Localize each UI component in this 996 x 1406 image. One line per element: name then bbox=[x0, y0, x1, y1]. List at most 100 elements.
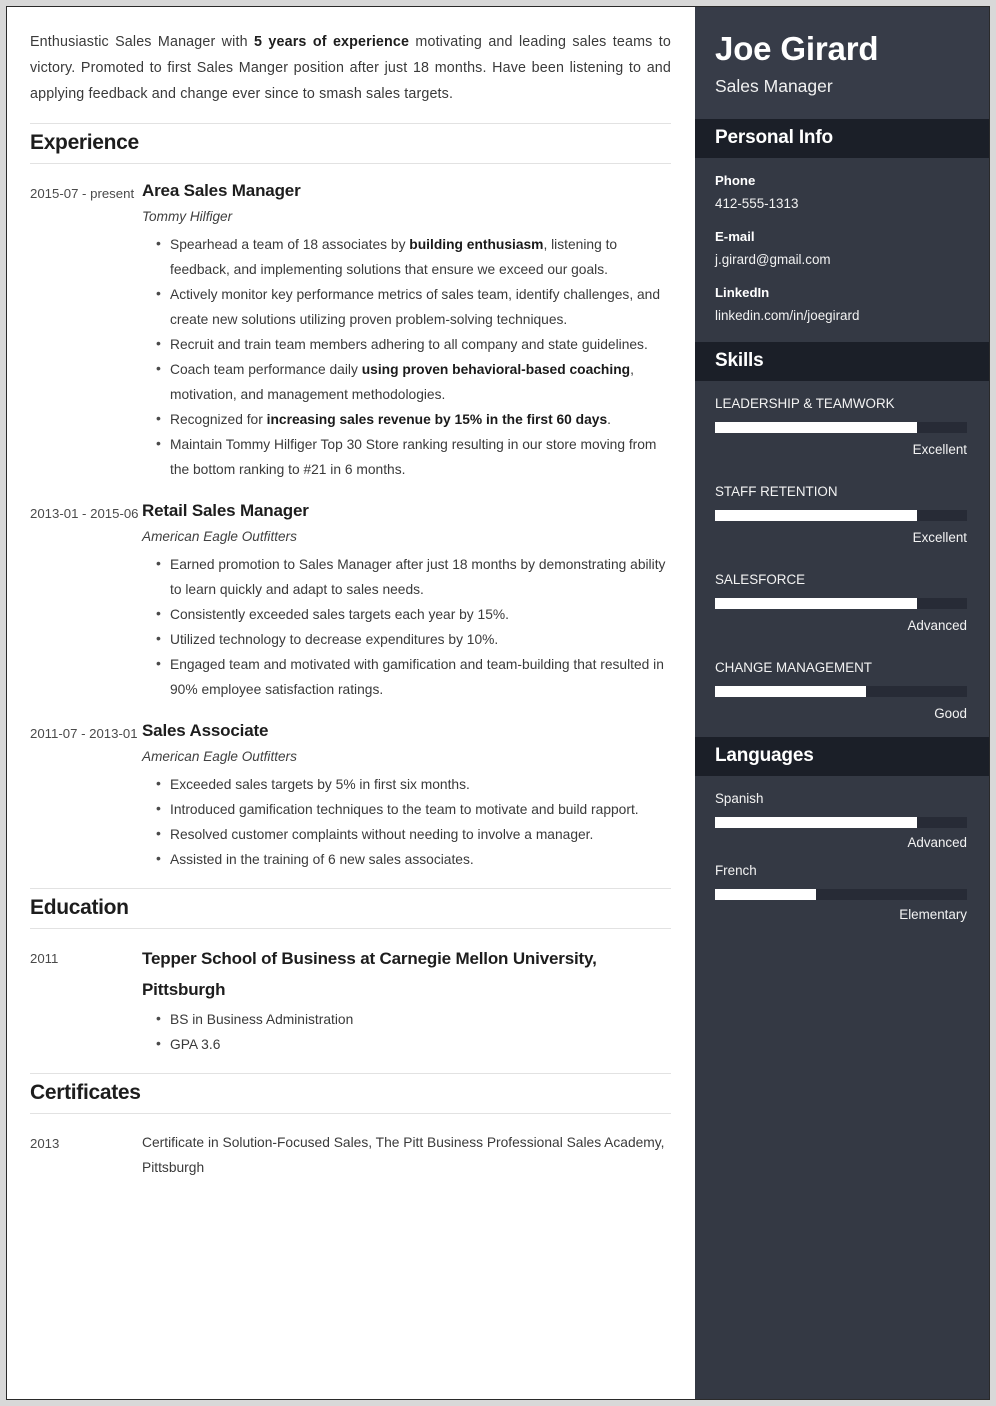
language-item-level: Elementary bbox=[899, 907, 967, 922]
language-item-level: Advanced bbox=[907, 835, 967, 850]
resume-page: Enthusiastic Sales Manager with 5 years … bbox=[0, 0, 996, 1406]
language-item-bar-track bbox=[715, 889, 967, 900]
language-item-bar-track bbox=[715, 817, 967, 828]
skill-item-level: Excellent bbox=[912, 530, 967, 545]
certificates-section: Certificates 2013 Certificate in Solution… bbox=[30, 1073, 671, 1180]
job-bullet: Actively monitor key performance metrics… bbox=[156, 281, 671, 332]
languages-heading: Languages bbox=[695, 737, 989, 776]
skill-item-bar-fill bbox=[715, 510, 917, 521]
education-entry: 2011 Tepper School of Business at Carnegi… bbox=[30, 943, 671, 1057]
contact-label: Phone bbox=[715, 173, 756, 188]
entry-body: Area Sales Manager Tommy Hilfiger Spearhea… bbox=[142, 178, 671, 482]
personal-info-heading: Personal Info bbox=[695, 119, 989, 158]
job-bullet: Recognized for increasing sales revenue … bbox=[156, 406, 671, 432]
contact-value[interactable]: j.girard@gmail.com bbox=[715, 248, 967, 271]
job-bullet: Assisted in the training of 6 new sales … bbox=[156, 846, 671, 872]
skill-item-bar-track bbox=[715, 598, 967, 609]
education-bullet: BS in Business Administration bbox=[156, 1006, 671, 1032]
job-organization: American Eagle Outfitters bbox=[142, 529, 297, 544]
entry-date: 2015-07 - present bbox=[30, 186, 135, 201]
skill-item-bar-track bbox=[715, 686, 967, 697]
skill-item-name: SALESFORCE bbox=[715, 572, 806, 587]
job-bullet-list: Spearhead a team of 18 associates by bui… bbox=[142, 231, 671, 482]
skill-item-name: STAFF RETENTION bbox=[715, 484, 838, 499]
entry-date: 2011 bbox=[30, 951, 59, 966]
job-bullet: Introduced gamification techniques to th… bbox=[156, 796, 671, 822]
skills-list: LEADERSHIP & TEAMWORK Excellent STAFF RETE… bbox=[715, 393, 967, 725]
job-bullet: Exceeded sales targets by 5% in first si… bbox=[156, 771, 671, 797]
skill-item-bar-track bbox=[715, 422, 967, 433]
summary-text-before: Enthusiastic Sales Manager with bbox=[30, 34, 255, 50]
education-bullet-list: BS in Business AdministrationGPA 3.6 bbox=[142, 1006, 671, 1057]
skill-item-level: Excellent bbox=[912, 442, 967, 457]
job-bullet: Resolved customer complaints without nee… bbox=[156, 821, 671, 847]
sidebar-hero: Joe Girard Sales Manager bbox=[695, 7, 989, 119]
profile-summary: Enthusiastic Sales Manager with 5 years … bbox=[30, 29, 671, 107]
entry-body: Tepper School of Business at Carnegie Me… bbox=[142, 943, 671, 1057]
language-item: French Elementary bbox=[715, 860, 967, 926]
language-item-bar-fill bbox=[715, 817, 917, 828]
languages-list: Spanish Advanced French Elementary bbox=[715, 788, 967, 926]
contact-list: Phone 412-555-1313 E-mail j.girard@gmail.co… bbox=[715, 170, 967, 327]
education-bullet: GPA 3.6 bbox=[156, 1031, 671, 1057]
skill-item-level: Advanced bbox=[907, 618, 967, 633]
skill-item: LEADERSHIP & TEAMWORK Excellent bbox=[715, 393, 967, 461]
summary-highlight: 5 years of experience bbox=[254, 34, 410, 50]
main-content-column: Enthusiastic Sales Manager with 5 years … bbox=[7, 7, 695, 1399]
job-bullet: Utilized technology to decrease expendit… bbox=[156, 626, 671, 652]
skill-item-bar-fill bbox=[715, 422, 917, 433]
personal-info-body: Phone 412-555-1313 E-mail j.girard@gmail.co… bbox=[695, 158, 989, 342]
skill-item-level: Good bbox=[934, 706, 967, 721]
education-section: Education 2011 Tepper School of Business … bbox=[30, 888, 671, 1057]
job-title: Retail Sales Manager bbox=[142, 501, 309, 520]
contact-value[interactable]: 412-555-1313 bbox=[715, 192, 967, 215]
job-organization: American Eagle Outfitters bbox=[142, 749, 297, 764]
resume-sheet: Enthusiastic Sales Manager with 5 years … bbox=[6, 6, 990, 1400]
contact-label: E-mail bbox=[715, 229, 755, 244]
skill-item: SALESFORCE Advanced bbox=[715, 569, 967, 637]
skills-heading: Skills bbox=[695, 342, 989, 381]
certificate-text: Certificate in Solution-Focused Sales, T… bbox=[142, 1135, 665, 1175]
job-bullet-list: Exceeded sales targets by 5% in first si… bbox=[142, 771, 671, 872]
skill-item-name: LEADERSHIP & TEAMWORK bbox=[715, 396, 895, 411]
candidate-name: Joe Girard bbox=[715, 30, 879, 67]
experience-section: Experience 2015-07 - present Area Sales M… bbox=[30, 123, 671, 872]
skill-item-bar-fill bbox=[715, 686, 867, 697]
language-item: Spanish Advanced bbox=[715, 788, 967, 854]
education-school: Tepper School of Business at Carnegie Me… bbox=[142, 949, 597, 999]
skill-item-name: CHANGE MANAGEMENT bbox=[715, 660, 872, 675]
experience-entry: 2015-07 - present Area Sales Manager Tommy… bbox=[30, 178, 671, 482]
education-entry-list: 2011 Tepper School of Business at Carnegi… bbox=[30, 943, 671, 1057]
job-bullet: Engaged team and motivated with gamifica… bbox=[156, 651, 671, 702]
language-item-bar-fill bbox=[715, 889, 816, 900]
certificate-entry: 2013 Certificate in Solution-Focused Sale… bbox=[30, 1128, 671, 1180]
experience-heading: Experience bbox=[30, 123, 671, 164]
entry-body: Certificate in Solution-Focused Sales, T… bbox=[142, 1128, 671, 1180]
certificates-heading: Certificates bbox=[30, 1073, 671, 1114]
languages-body: Spanish Advanced French Elementary bbox=[695, 776, 989, 938]
experience-entry: 2011-07 - 2013-01 Sales Associate American… bbox=[30, 718, 671, 872]
entry-date: 2013 bbox=[30, 1136, 60, 1151]
language-item-name: Spanish bbox=[715, 791, 764, 806]
certificates-entry-list: 2013 Certificate in Solution-Focused Sale… bbox=[30, 1128, 671, 1180]
skills-body: LEADERSHIP & TEAMWORK Excellent STAFF RETE… bbox=[695, 381, 989, 737]
experience-entry-list: 2015-07 - present Area Sales Manager Tommy… bbox=[30, 178, 671, 872]
entry-body: Retail Sales Manager American Eagle Outfi… bbox=[142, 498, 671, 702]
contact-label: LinkedIn bbox=[715, 285, 770, 300]
job-organization: Tommy Hilfiger bbox=[142, 209, 233, 224]
skill-item: STAFF RETENTION Excellent bbox=[715, 481, 967, 549]
job-bullet: Earned promotion to Sales Manager after … bbox=[156, 551, 671, 602]
job-bullet: Recruit and train team members adhering … bbox=[156, 331, 671, 357]
job-title: Area Sales Manager bbox=[142, 181, 301, 200]
contact-value[interactable]: linkedin.com/in/joegirard bbox=[715, 304, 967, 327]
entry-date: 2013-01 - 2015-06 bbox=[30, 506, 139, 521]
job-bullet: Consistently exceeded sales targets each… bbox=[156, 601, 671, 627]
skill-item-bar-fill bbox=[715, 598, 917, 609]
job-bullet-list: Earned promotion to Sales Manager after … bbox=[142, 551, 671, 702]
skill-item: CHANGE MANAGEMENT Good bbox=[715, 657, 967, 725]
job-bullet: Coach team performance daily using prove… bbox=[156, 356, 671, 407]
candidate-job-title: Sales Manager bbox=[715, 76, 833, 96]
language-item-name: French bbox=[715, 863, 757, 878]
job-title: Sales Associate bbox=[142, 721, 269, 740]
experience-entry: 2013-01 - 2015-06 Retail Sales Manager Ame… bbox=[30, 498, 671, 702]
